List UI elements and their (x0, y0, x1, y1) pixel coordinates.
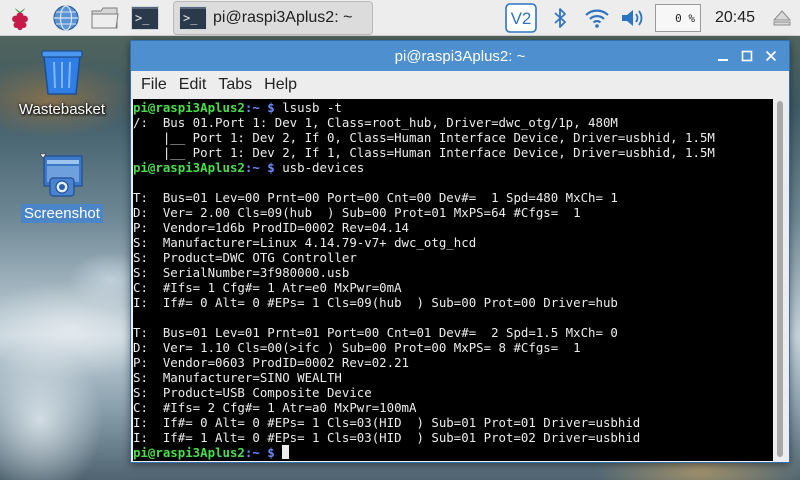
maximize-icon (741, 50, 753, 62)
top-panel: >_ >_ pi@raspi3Aplus2: ~ V2 0 % 20:45 (0, 0, 800, 36)
eject-icon[interactable] (770, 4, 794, 32)
desktop-icon-wastebasket[interactable]: Wastebasket (6, 48, 118, 119)
vnc-icon[interactable]: V2 (503, 3, 539, 33)
cpu-usage-value: 0 % (675, 11, 695, 25)
prompt-user: pi@raspi3Aplus2 (133, 160, 245, 175)
terminal-prompt-line: pi@raspi3Aplus2:~ $ lsusb -t (133, 100, 775, 115)
terminal-output-line: S: SerialNumber=3f980000.usb (133, 265, 350, 280)
prompt-command: lsusb -t (274, 100, 342, 115)
terminal-output-line: D: Ver= 1.10 Cls=00(>ifc ) Sub=00 Prot=0… (133, 340, 581, 355)
desktop-icon-label: Screenshot (21, 204, 103, 223)
terminal-output-line: S: Product=USB Composite Device (133, 385, 372, 400)
terminal-output-line: |__ Port 1: Dev 2, If 0, Class=Human Int… (133, 130, 715, 145)
terminal-window: pi@raspi3Aplus2: ~ File Edit Tabs Help p… (130, 40, 790, 463)
terminal-output-line: P: Vendor=0603 ProdID=0002 Rev=02.21 (133, 355, 410, 370)
prompt-path: :~ $ (244, 100, 275, 115)
terminal-icon: >_ (179, 6, 207, 30)
terminal-output-line: P: Vendor=1d6b ProdID=0002 Rev=04.14 (133, 220, 410, 235)
minimize-button[interactable] (713, 46, 733, 66)
menu-help[interactable]: Help (258, 76, 303, 94)
terminal-output-line: S: Manufacturer=SINO WEALTH (133, 370, 342, 385)
terminal-output-line: I: If#= 0 Alt= 0 #EPs= 1 Cls=03(HID ) Su… (133, 415, 641, 430)
terminal-icon: >_ (131, 6, 159, 30)
window-titlebar[interactable]: pi@raspi3Aplus2: ~ (131, 41, 789, 71)
terminal-launcher[interactable]: >_ (130, 4, 160, 32)
terminal-prompt-line: pi@raspi3Aplus2:~ $ usb-devices (133, 160, 775, 175)
bluetooth-icon[interactable] (548, 4, 572, 32)
prompt-path: :~ $ (244, 445, 275, 460)
prompt-command (275, 445, 282, 460)
terminal-output-line: C: #Ifs= 2 Cfg#= 1 Atr=a0 MxPwr=100mA (133, 400, 417, 415)
menu-edit[interactable]: Edit (173, 76, 213, 94)
terminal-output-line: |__ Port 1: Dev 2, If 1, Class=Human Int… (133, 145, 715, 160)
maximize-button[interactable] (737, 46, 757, 66)
desktop-icon-label: Wastebasket (18, 101, 106, 118)
terminal-output-line: /: Bus 01.Port 1: Dev 1, Class=root_hub,… (133, 115, 618, 130)
terminal-output-line: T: Bus=01 Lev=01 Prnt=01 Port=00 Cnt=01 … (133, 325, 618, 340)
cpu-usage-monitor[interactable]: 0 % (655, 4, 701, 32)
menu-file[interactable]: File (135, 76, 173, 94)
terminal-output-line: D: Ver= 2.00 Cls=09(hub ) Sub=00 Prot=01… (133, 205, 581, 220)
terminal-output-line: S: Product=DWC OTG Controller (133, 250, 357, 265)
terminal-prompt-line: pi@raspi3Aplus2:~ $ (133, 445, 775, 460)
prompt-command: usb-devices (274, 160, 365, 175)
prompt-user: pi@raspi3Aplus2 (133, 100, 245, 115)
volume-icon[interactable] (618, 4, 648, 32)
screenshot-icon (39, 153, 83, 197)
clock[interactable]: 20:45 (715, 9, 755, 27)
file-manager-icon[interactable] (90, 4, 120, 32)
window-title: pi@raspi3Aplus2: ~ (394, 47, 526, 65)
close-button[interactable] (761, 46, 781, 66)
taskbar-button-terminal[interactable]: >_ pi@raspi3Aplus2: ~ (173, 1, 373, 35)
desktop-icon-screenshot[interactable]: Screenshot (6, 152, 118, 223)
terminal-output-line: I: If#= 1 Alt= 0 #EPs= 1 Cls=03(HID ) Su… (133, 430, 641, 445)
terminal-cursor (282, 445, 290, 459)
terminal-output-line: C: #Ifs= 1 Cfg#= 1 Atr=e0 MxPwr=0mA (133, 280, 402, 295)
raspberry-menu-icon[interactable] (5, 4, 35, 32)
prompt-path: :~ $ (244, 160, 275, 175)
wifi-icon[interactable] (582, 4, 612, 32)
wastebasket-icon (41, 50, 83, 95)
web-browser-icon[interactable] (51, 4, 81, 32)
terminal-output[interactable]: pi@raspi3Aplus2:~ $ lsusb -t/: Bus 01.Po… (133, 99, 775, 461)
terminal-output-line: I: If#= 0 Alt= 0 #EPs= 1 Cls=09(hub ) Su… (133, 295, 618, 310)
terminal-output-line: T: Bus=01 Lev=00 Prnt=00 Port=00 Cnt=00 … (133, 190, 618, 205)
prompt-user: pi@raspi3Aplus2 (133, 445, 245, 460)
minimize-icon (718, 59, 728, 61)
menu-bar: File Edit Tabs Help (131, 71, 789, 99)
menu-tabs[interactable]: Tabs (212, 76, 258, 94)
close-icon (765, 50, 777, 62)
vnc-label: V2 (511, 9, 532, 28)
scrollbar-thumb[interactable] (777, 101, 783, 457)
taskbar-button-label: pi@raspi3Aplus2: ~ (213, 9, 353, 26)
terminal-scrollbar[interactable] (773, 99, 787, 461)
terminal-output-line: S: Manufacturer=Linux 4.14.79-v7+ dwc_ot… (133, 235, 477, 250)
